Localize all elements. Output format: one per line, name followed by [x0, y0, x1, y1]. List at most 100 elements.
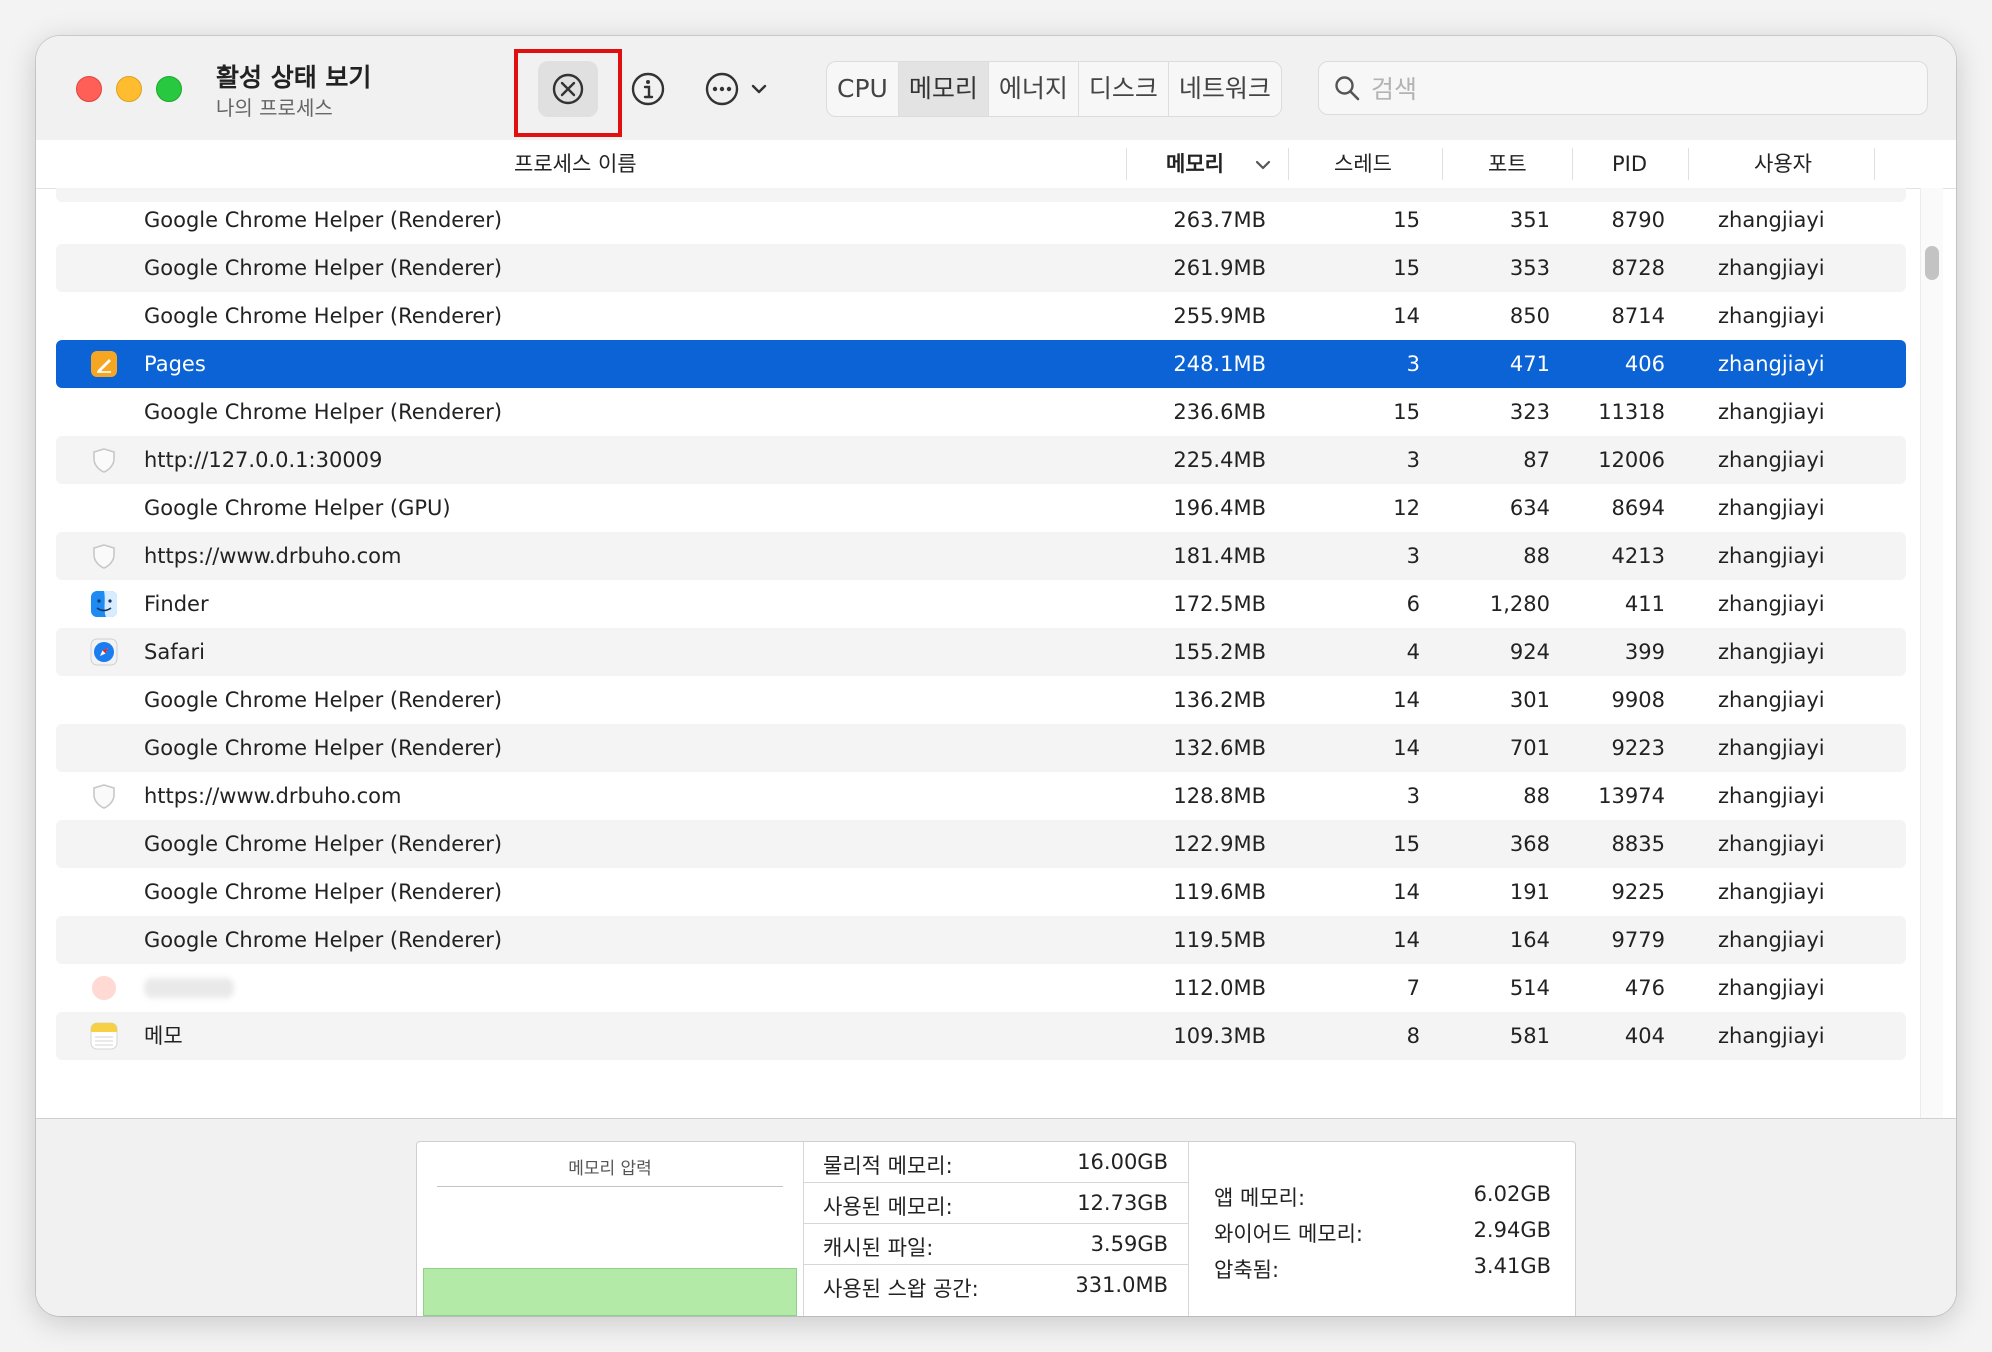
minimize-window-button[interactable]: [116, 76, 142, 102]
table-row[interactable]: 메모 109.3MB 8 581 404 zhangjiayi: [56, 1012, 1906, 1060]
user-cell: zhangjiayi: [1718, 640, 1825, 664]
process-name-cell: Google Chrome Helper (Renderer): [144, 688, 503, 712]
pid-cell: 399: [1624, 640, 1665, 664]
ports-cell: 323: [1509, 400, 1550, 424]
search-input[interactable]: [1369, 62, 1913, 116]
process-name-cell: Google Chrome Helper (Renderer): [144, 400, 503, 424]
pid-cell: 9225: [1611, 880, 1665, 904]
table-row[interactable]: Google Chrome Helper (Renderer) 236.6MB 15…: [56, 388, 1906, 436]
memory-cell: 172.5MB: [1173, 592, 1266, 616]
pid-cell: 8728: [1611, 256, 1665, 280]
tab-energy[interactable]: 에너지: [989, 62, 1079, 116]
finder-app-icon: [90, 590, 118, 618]
table-row[interactable]: Google Chrome Helper (Renderer) 119.6MB 14…: [56, 868, 1906, 916]
pid-cell: 404: [1624, 1024, 1665, 1048]
pid-cell: 11318: [1598, 400, 1665, 424]
user-cell: zhangjiayi: [1718, 352, 1825, 376]
category-tabs: CPU 메모리 에너지 디스크 네트워크: [826, 61, 1282, 117]
window-subtitle[interactable]: 나의 프로세스: [216, 92, 333, 121]
table-row-selected[interactable]: Pages 248.1MB 3 471 406 zhangjiayi: [56, 340, 1906, 388]
search-field[interactable]: [1318, 61, 1928, 116]
table-row[interactable]: Google Chrome Helper (Renderer) 261.9MB 15…: [56, 244, 1906, 292]
swap-used-label: 사용된 스왑 공간:: [823, 1277, 979, 1301]
memory-cell: 248.1MB: [1173, 352, 1266, 376]
ports-cell: 88: [1523, 544, 1550, 568]
user-cell: zhangjiayi: [1718, 1024, 1825, 1048]
table-row[interactable]: Google Chrome Helper (Renderer) 136.2MB 14…: [56, 676, 1906, 724]
ports-cell: 701: [1509, 736, 1550, 760]
tab-disk[interactable]: 디스크: [1079, 62, 1169, 116]
more-actions-button[interactable]: [704, 67, 784, 111]
table-row[interactable]: 112.0MB 7 514 476 zhangjiayi: [56, 964, 1906, 1012]
tab-network[interactable]: 네트워크: [1169, 62, 1281, 116]
inspect-process-button[interactable]: [626, 67, 670, 111]
vertical-scrollbar[interactable]: [1920, 188, 1943, 1118]
process-name-cell: https://www.drbuho.com: [144, 784, 402, 808]
table-row[interactable]: Google Chrome Helper (Renderer) 122.9MB 15…: [56, 820, 1906, 868]
tab-memory[interactable]: 메모리: [898, 62, 989, 116]
process-name-cell: Google Chrome Helper (GPU): [144, 496, 451, 520]
pid-cell: 8694: [1611, 496, 1665, 520]
ports-cell: 471: [1509, 352, 1550, 376]
ports-cell: 581: [1509, 1024, 1550, 1048]
memory-cell: 225.4MB: [1173, 448, 1266, 472]
pid-cell: 411: [1624, 592, 1665, 616]
pid-cell: 9779: [1611, 928, 1665, 952]
memory-cell: 109.3MB: [1173, 1024, 1266, 1048]
memory-cell: 128.8MB: [1173, 784, 1266, 808]
chevron-down-icon: [751, 84, 767, 94]
scrollbar-thumb[interactable]: [1925, 246, 1939, 280]
memory-cell: 196.4MB: [1173, 496, 1266, 520]
table-row[interactable]: https://www.drbuho.com 128.8MB 3 88 13974 zha…: [56, 772, 1906, 820]
info-icon: [631, 72, 665, 106]
wired-memory-value: 2.94GB: [1473, 1218, 1551, 1242]
user-cell: zhangjiayi: [1718, 976, 1825, 1000]
process-name-cell: Google Chrome Helper (Renderer): [144, 928, 503, 952]
memory-cell: 119.6MB: [1173, 880, 1266, 904]
column-header-threads[interactable]: 스레드: [1334, 140, 1392, 188]
threads-cell: 15: [1393, 256, 1420, 280]
table-row[interactable]: Google Chrome Helper (Renderer) 255.9MB 14…: [56, 292, 1906, 340]
process-table: Google Chrome Helper (Renderer) 263.7MB 15…: [36, 188, 1956, 1118]
column-header-memory[interactable]: 메모리: [1166, 140, 1224, 188]
column-header-process-name[interactable]: 프로세스 이름: [514, 140, 637, 188]
table-row[interactable]: Google Chrome Helper (Renderer) 132.6MB 14…: [56, 724, 1906, 772]
table-row[interactable]: Google Chrome Helper (Renderer) 263.7MB 15…: [56, 196, 1906, 244]
table-row[interactable]: https://www.drbuho.com 181.4MB 3 88 4213 zhan…: [56, 532, 1906, 580]
pid-cell: 9908: [1611, 688, 1665, 712]
process-name-cell: 메모: [144, 1024, 183, 1048]
user-cell: zhangjiayi: [1718, 592, 1825, 616]
table-row[interactable]: Google Chrome Helper (GPU) 196.4MB 12 634 86…: [56, 484, 1906, 532]
table-row[interactable]: http://127.0.0.1:30009 225.4MB 3 87 12006 zha…: [56, 436, 1906, 484]
column-header-ports[interactable]: 포트: [1488, 140, 1527, 188]
user-cell: zhangjiayi: [1718, 928, 1825, 952]
process-name-cell: Google Chrome Helper (Renderer): [144, 736, 503, 760]
pid-cell: 406: [1624, 352, 1665, 376]
threads-cell: 3: [1406, 448, 1420, 472]
close-window-button[interactable]: [76, 76, 102, 102]
table-row[interactable]: Safari 155.2MB 4 924 399 zhangjiayi: [56, 628, 1906, 676]
memory-cell: 132.6MB: [1173, 736, 1266, 760]
user-cell: zhangjiayi: [1718, 208, 1825, 232]
process-name-cell: Google Chrome Helper (Renderer): [144, 304, 503, 328]
table-row[interactable]: Finder 172.5MB 6 1,280 411 zhangjiayi: [56, 580, 1906, 628]
column-header-pid[interactable]: PID: [1612, 140, 1647, 188]
pid-cell: 4213: [1611, 544, 1665, 568]
user-cell: zhangjiayi: [1718, 496, 1825, 520]
zoom-window-button[interactable]: [156, 76, 182, 102]
threads-cell: 14: [1393, 736, 1420, 760]
sort-descending-icon: [1255, 160, 1271, 170]
column-header-user[interactable]: 사용자: [1754, 140, 1812, 188]
process-name-cell: Google Chrome Helper (Renderer): [144, 880, 503, 904]
user-cell: zhangjiayi: [1718, 256, 1825, 280]
table-row[interactable]: Google Chrome Helper (Renderer) 119.5MB 14…: [56, 916, 1906, 964]
memory-cell: 261.9MB: [1173, 256, 1266, 280]
memory-cell: 155.2MB: [1173, 640, 1266, 664]
tab-cpu[interactable]: CPU: [827, 62, 899, 116]
physical-memory-stat: 물리적 메모리: 16.00GB: [803, 1142, 1188, 1183]
memory-cell: 136.2MB: [1173, 688, 1266, 712]
ports-cell: 191: [1509, 880, 1550, 904]
swap-used-stat: 사용된 스왑 공간: 331.0MB: [803, 1265, 1188, 1305]
ports-cell: 87: [1523, 448, 1550, 472]
safari-app-icon: [90, 638, 118, 666]
